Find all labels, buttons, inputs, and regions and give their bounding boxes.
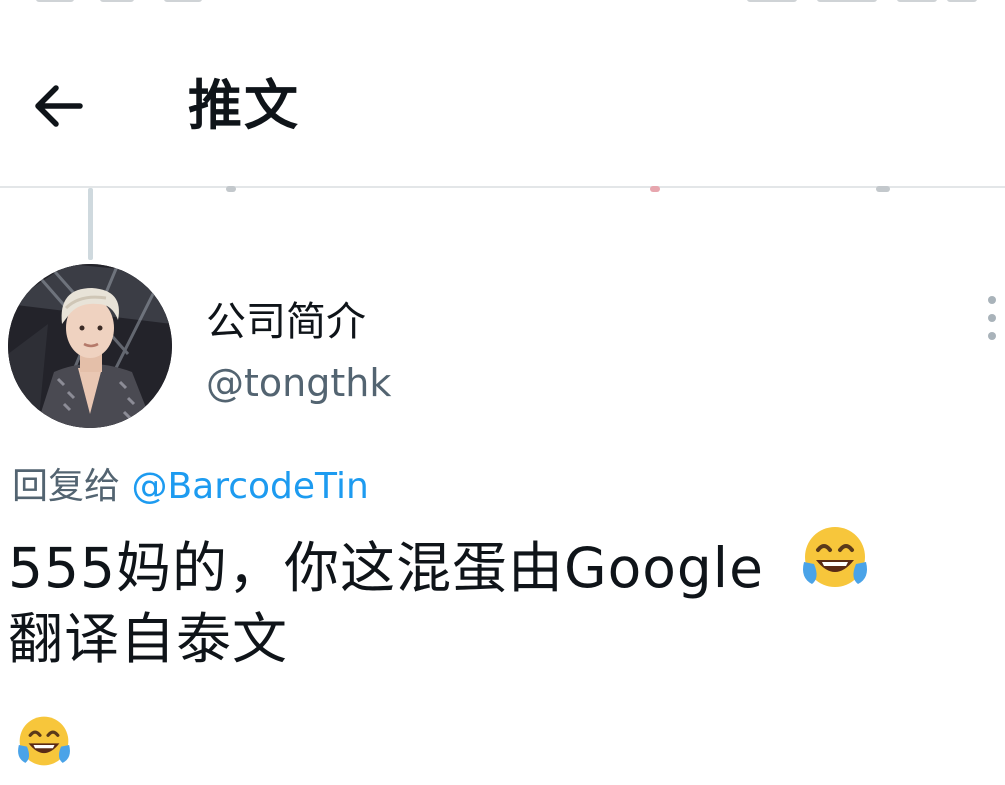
tweet-text: 555妈的，你这混蛋由Google 翻译自泰文: [8, 527, 988, 676]
display-name[interactable]: 公司简介: [206, 294, 366, 350]
arrow-left-icon: [35, 85, 83, 127]
tweet-text-line-1-text: 555妈的，你这混蛋由Google: [8, 536, 764, 601]
user-avatar-photo: [8, 264, 172, 428]
reply-to-line: 回复给 @BarcodeTin: [12, 460, 369, 514]
status-bar-right: [747, 0, 977, 4]
thread-connector-line: [88, 188, 93, 260]
page-title: 推文: [188, 74, 300, 137]
tweet-detail-screen: 推文 公司简介 @tongthk 回复给 @BarcodeTin 555妈的，你…: [0, 0, 1005, 785]
tweet-text-line-1: 555妈的，你这混蛋由Google: [8, 527, 988, 602]
reply-prefix: 回复给: [12, 466, 121, 507]
more-vertical-icon: [988, 296, 996, 304]
avatar[interactable]: [8, 264, 172, 428]
more-vertical-icon-dot: [988, 314, 996, 322]
back-button[interactable]: [26, 76, 90, 136]
more-vertical-icon-dot: [988, 332, 996, 340]
user-handle[interactable]: @tongthk: [206, 356, 391, 410]
tears-of-joy-emoji: [14, 712, 74, 774]
tweet-text-line-2: 翻译自泰文: [8, 607, 289, 671]
header-divider: [0, 186, 1005, 188]
tears-of-joy-emoji: [798, 522, 872, 610]
more-options-button[interactable]: [976, 290, 1005, 346]
reply-mention-link[interactable]: @BarcodeTin: [131, 466, 368, 507]
status-bar-left: [36, 0, 226, 4]
